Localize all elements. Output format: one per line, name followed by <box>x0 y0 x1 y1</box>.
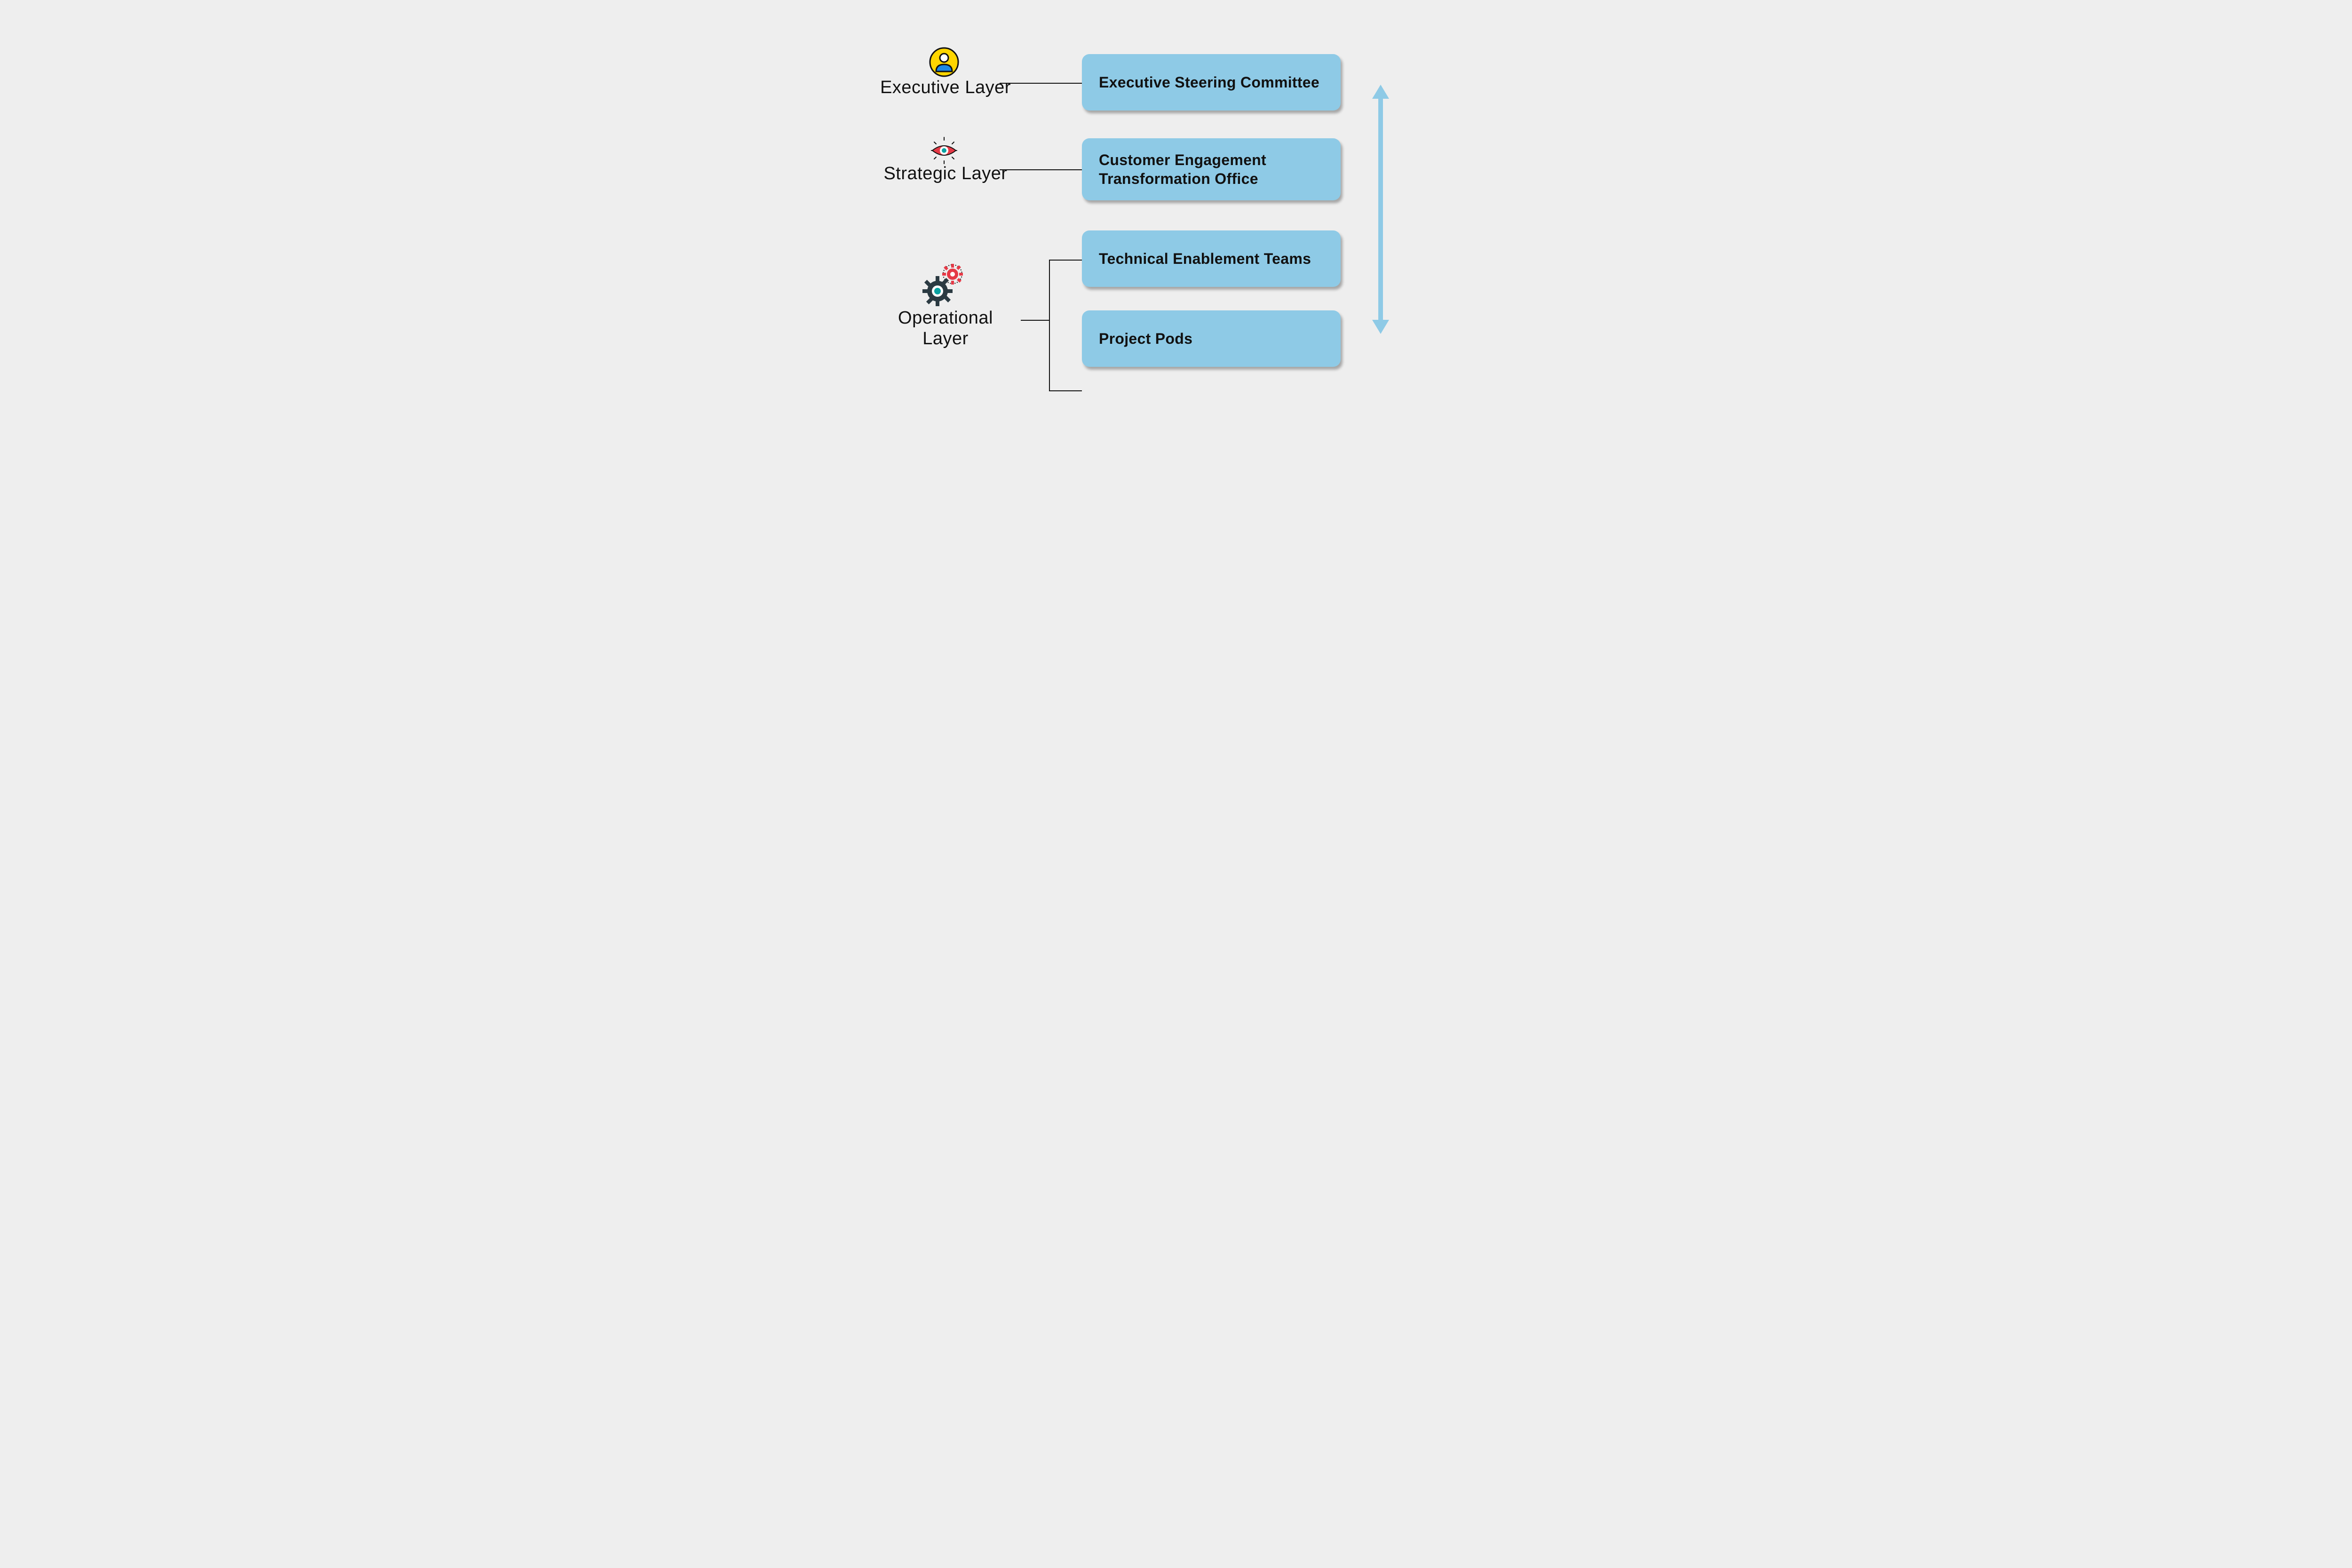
node-tech-enablement: Technical Enablement Teams <box>1082 230 1341 287</box>
node-ceto-label: Customer Engagement Transformation Offic… <box>1082 150 1341 188</box>
executive-layer-label: Executive Layer <box>875 78 1016 98</box>
governance-layers-diagram: Executive Layer Strategic Layer Operatio… <box>823 0 1529 470</box>
node-exec-steering-label: Executive Steering Committee <box>1082 73 1336 92</box>
eye-icon <box>928 136 961 165</box>
connector-operational-bracket-vert <box>1049 260 1050 390</box>
strategic-layer-label: Strategic Layer <box>875 164 1016 184</box>
node-ceto: Customer Engagement Transformation Offic… <box>1082 138 1341 200</box>
operational-layer-label: Operational Layer <box>884 308 1007 349</box>
connector-operational-bottom <box>1049 390 1082 391</box>
gears-icon <box>920 261 971 308</box>
node-project-pods: Project Pods <box>1082 310 1341 367</box>
node-exec-steering: Executive Steering Committee <box>1082 54 1341 111</box>
bidirectional-flow-arrow <box>1371 85 1390 334</box>
person-icon <box>928 46 961 79</box>
node-tech-enablement-label: Technical Enablement Teams <box>1082 249 1328 268</box>
connector-operational-top <box>1049 260 1082 261</box>
node-project-pods-label: Project Pods <box>1082 329 1209 348</box>
connector-strategic <box>1000 169 1082 170</box>
connector-operational-stem <box>1021 320 1049 321</box>
connector-exec <box>1000 83 1082 84</box>
